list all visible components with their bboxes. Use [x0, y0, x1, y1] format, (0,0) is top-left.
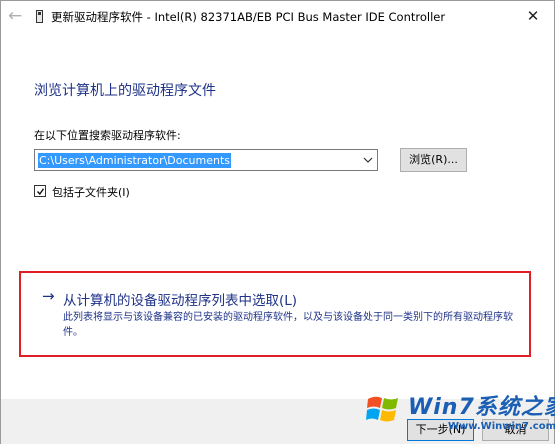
watermark: Win7系统之家 Www.Winwin7.com: [356, 387, 555, 443]
close-icon[interactable]: ✕: [518, 1, 548, 31]
page-title: 浏览计算机上的驱动程序文件: [34, 83, 216, 99]
watermark-brand: Win7系统之家: [408, 395, 555, 420]
checkmark-icon: [37, 188, 44, 195]
device-icon: [36, 10, 43, 23]
include-subfolders-label[interactable]: 包括子文件夹(I): [52, 184, 130, 200]
windows-logo-icon: [366, 396, 398, 422]
path-input[interactable]: C:\Users\Administrator\Documents: [38, 153, 232, 168]
arrow-right-icon: →: [42, 287, 55, 305]
browse-button[interactable]: 浏览(R)...: [400, 148, 467, 172]
watermark-url: Www.Winwin7.com: [448, 421, 555, 432]
chevron-down-icon[interactable]: [361, 152, 375, 168]
include-subfolders-checkbox[interactable]: [34, 185, 46, 197]
path-combobox[interactable]: C:\Users\Administrator\Documents: [34, 149, 378, 171]
driver-update-window: ← 更新驱动程序软件 - Intel(R) 82371AB/EB PCI Bus…: [0, 0, 555, 444]
window-title: 更新驱动程序软件 - Intel(R) 82371AB/EB PCI Bus M…: [51, 10, 446, 24]
search-location-label: 在以下位置搜索驱动程序软件:: [34, 129, 181, 142]
pick-from-list-option[interactable]: → 从计算机的设备驱动程序列表中选取(L) 此列表将显示与该设备兼容的已安装的驱…: [19, 271, 531, 357]
pick-from-list-link[interactable]: 从计算机的设备驱动程序列表中选取(L): [63, 289, 297, 309]
title-bar: ← 更新驱动程序软件 - Intel(R) 82371AB/EB PCI Bus…: [1, 1, 554, 33]
back-arrow-icon[interactable]: ←: [8, 7, 26, 25]
pick-from-list-description: 此列表将显示与该设备兼容的已安装的驱动程序软件，以及与该设备处于同一类别下的所有…: [63, 312, 513, 338]
